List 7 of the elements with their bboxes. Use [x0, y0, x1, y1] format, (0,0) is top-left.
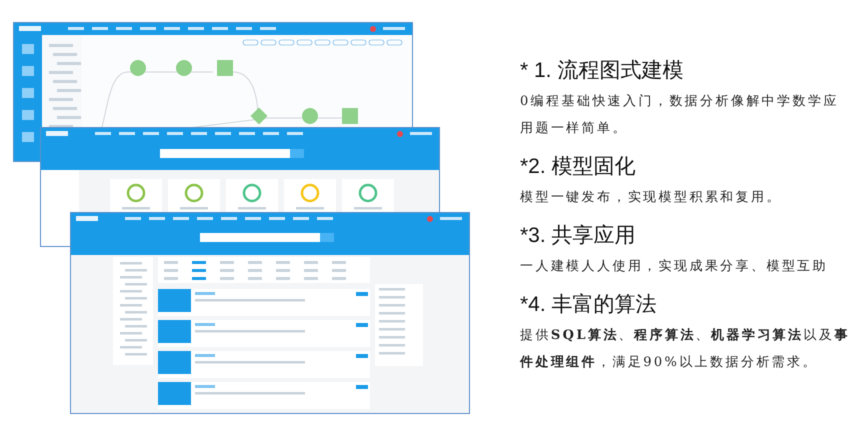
- feature-heading: *3. 共享应用: [520, 223, 637, 249]
- feature-description: 模型一键发布，实现模型积累和复用。: [520, 189, 783, 207]
- feature-heading: * 1. 流程图式建模: [520, 58, 684, 84]
- feature-heading: *4. 丰富的算法: [520, 292, 658, 318]
- feature-description: 一人建模人人使用，实现成果分享、模型互助: [520, 258, 829, 276]
- feature-heading: *2. 模型固化: [520, 154, 637, 180]
- feature-description: 0编程基础快速入门，数据分析像解中学数学应用题一样简单。: [520, 93, 840, 138]
